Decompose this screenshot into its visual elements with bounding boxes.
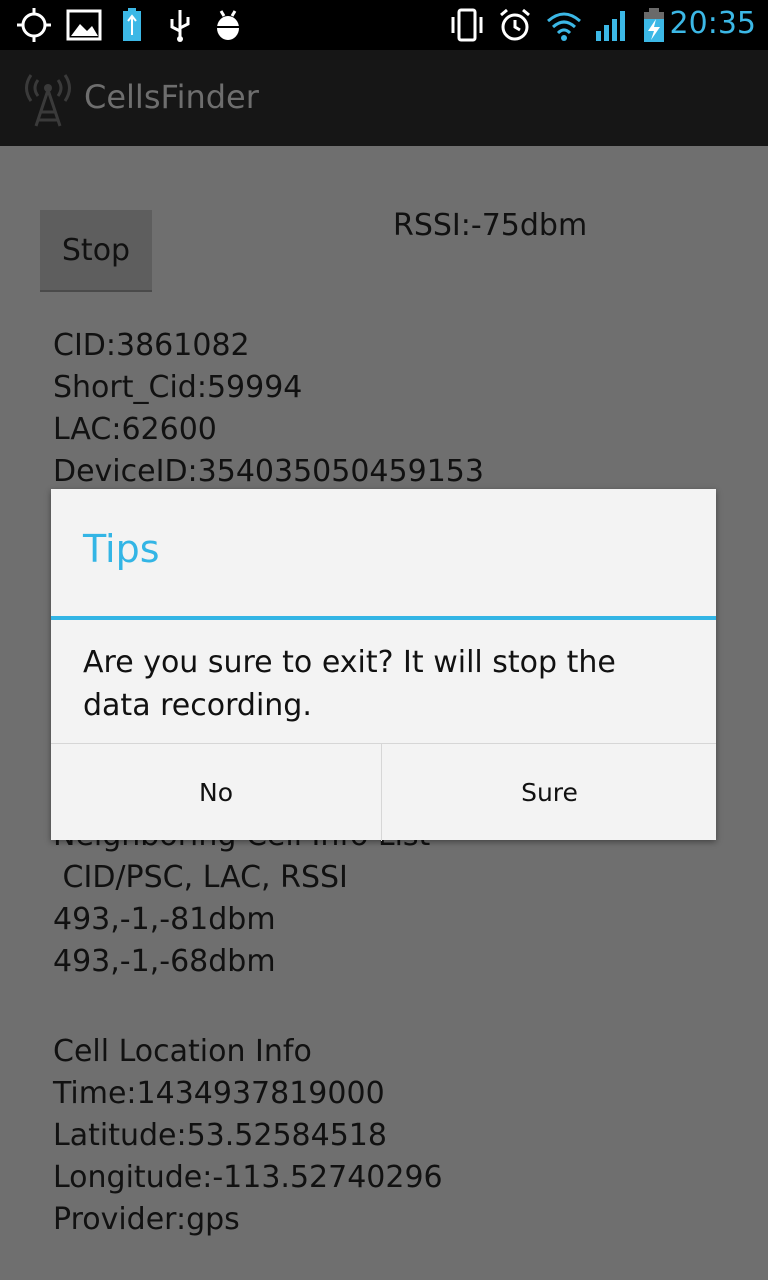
short-cid-text: Short_Cid:59994	[53, 370, 303, 405]
no-button[interactable]: No	[51, 744, 382, 841]
sure-button[interactable]: Sure	[383, 744, 716, 841]
stop-button[interactable]: Stop	[40, 210, 152, 290]
signal-icon	[596, 11, 625, 41]
cid-text: CID:3861082	[53, 328, 250, 363]
battery-charging-icon	[644, 8, 664, 42]
status-clock: 20:35	[669, 6, 756, 41]
dialog-title-divider	[51, 616, 716, 620]
status-bar: 20:35	[0, 0, 768, 50]
list-item: 493,-1,-68dbm	[53, 944, 276, 979]
lac-text: LAC:62600	[53, 412, 217, 447]
action-bar: CellsFinder	[0, 50, 768, 146]
alarm-icon	[500, 8, 530, 41]
location-longitude: Longitude:-113.52740296	[53, 1160, 443, 1195]
location-header: Cell Location Info	[53, 1034, 312, 1069]
dialog-title: Tips	[83, 527, 160, 571]
neighbor-columns: CID/PSC, LAC, RSSI	[53, 860, 348, 895]
location-latitude: Latitude:53.52584518	[53, 1118, 387, 1153]
image-icon	[66, 9, 102, 41]
rssi-readout: RSSI:-75dbm	[393, 208, 588, 243]
gps-icon	[17, 8, 51, 42]
debug-icon	[217, 10, 239, 40]
wifi-icon	[547, 12, 581, 41]
app-title: CellsFinder	[84, 78, 259, 116]
exit-dialog: Tips Are you sure to exit? It will stop …	[51, 489, 716, 841]
dialog-button-bar: No Sure	[51, 743, 716, 841]
list-item: 493,-1,-81dbm	[53, 902, 276, 937]
vibrate-icon	[451, 8, 483, 42]
device-id-text: DeviceID:354035050459153	[53, 454, 484, 489]
location-provider: Provider:gps	[53, 1202, 240, 1237]
cell-tower-icon	[25, 74, 71, 127]
location-time: Time:1434937819000	[53, 1076, 385, 1111]
dialog-message: Are you sure to exit? It will stop the d…	[83, 645, 616, 723]
battery-usb-icon	[123, 8, 141, 41]
usb-icon	[170, 10, 190, 42]
